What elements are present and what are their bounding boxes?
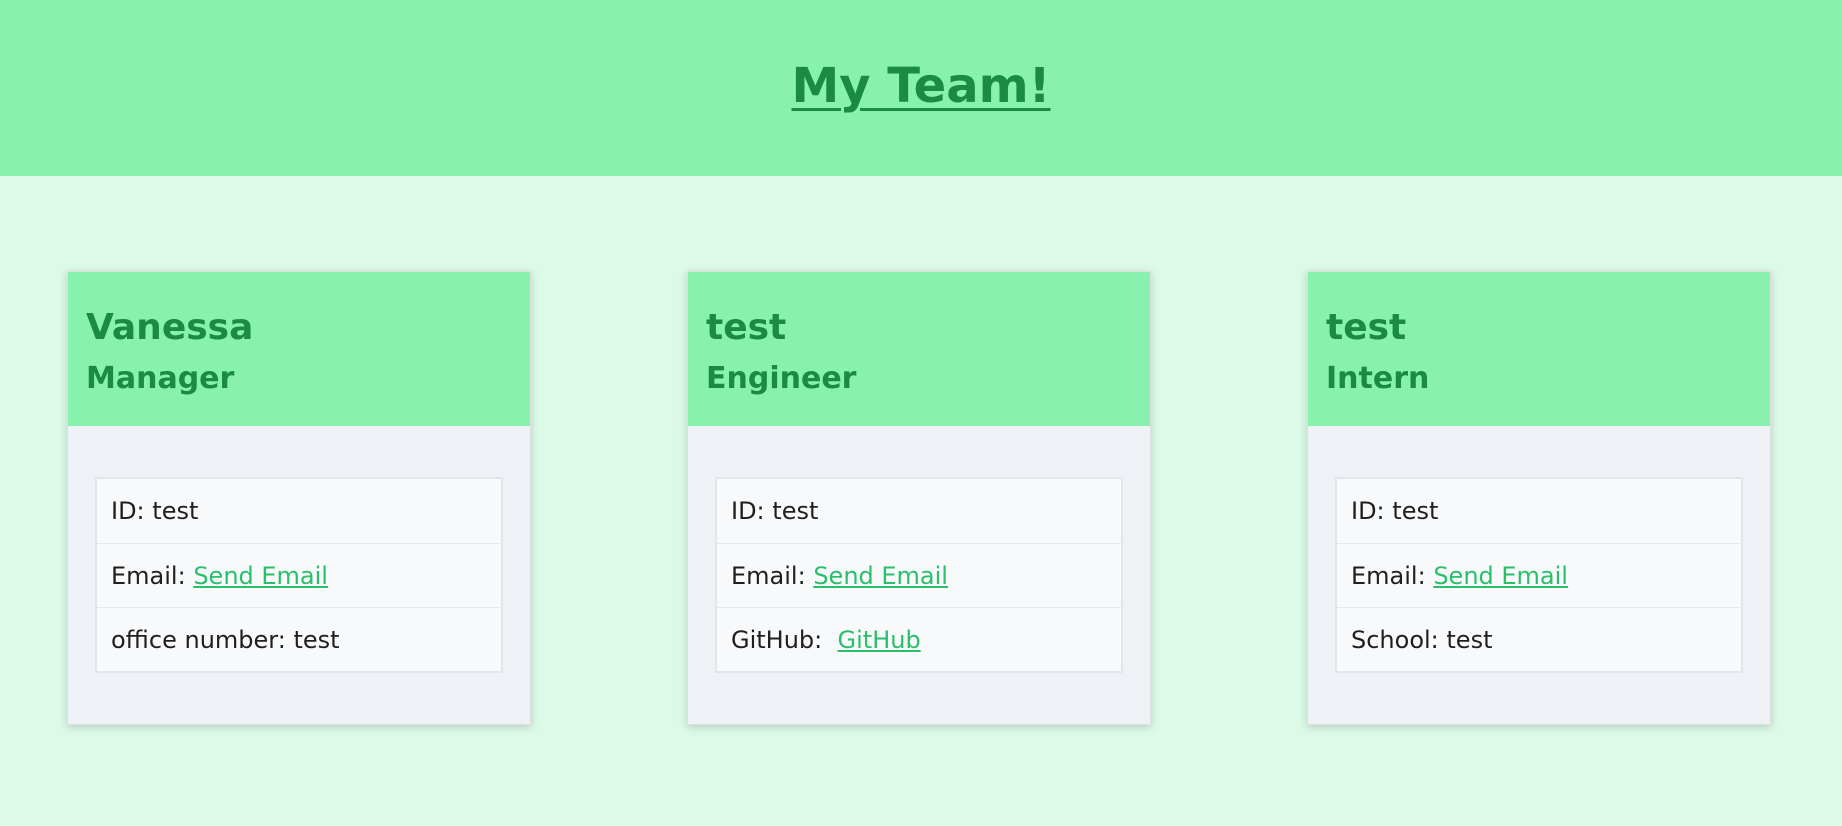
card-body: ID: test Email: Send Email School: test	[1308, 426, 1770, 673]
employee-details-list: ID: test Email: Send Email office number…	[95, 477, 503, 673]
github-link[interactable]: GitHub	[838, 626, 921, 654]
employee-role: Engineer	[706, 361, 857, 396]
school-label: School:	[1351, 625, 1447, 654]
id-value: test	[152, 497, 199, 525]
card-body: ID: test Email: Send Email GitHub: GitHu…	[688, 426, 1150, 673]
office-number-value: test	[293, 625, 340, 654]
employee-role: Manager	[86, 361, 235, 396]
id-label: ID:	[731, 497, 773, 525]
id-label: ID:	[111, 497, 153, 525]
id-value: test	[1392, 497, 1439, 525]
office-number-label: office number:	[111, 625, 294, 654]
team-cards: Vanessa Manager ID: test Email: Send Ema…	[0, 176, 1842, 826]
id-value: test	[772, 497, 819, 525]
office-number-row: office number: test	[97, 607, 501, 671]
email-label: Email:	[111, 561, 194, 590]
email-row: Email: Send Email	[717, 543, 1121, 607]
card-body: ID: test Email: Send Email office number…	[68, 426, 530, 673]
send-email-link[interactable]: Send Email	[193, 562, 328, 590]
employee-name: test	[706, 307, 787, 348]
id-row: ID: test	[717, 479, 1121, 543]
employee-card-intern: test Intern ID: test Email: Send Email S…	[1307, 271, 1771, 725]
page-title: My Team!	[791, 58, 1051, 114]
employee-details-list: ID: test Email: Send Email GitHub: GitHu…	[715, 477, 1123, 673]
email-row: Email: Send Email	[1337, 543, 1741, 607]
github-row: GitHub: GitHub	[717, 607, 1121, 671]
school-value: test	[1446, 625, 1493, 654]
employee-name: test	[1326, 307, 1407, 348]
employee-card-engineer: test Engineer ID: test Email: Send Email…	[687, 271, 1151, 725]
page-header: My Team!	[0, 0, 1842, 176]
employee-name: Vanessa	[86, 307, 254, 348]
email-label: Email:	[731, 561, 814, 590]
card-header: test Engineer	[688, 272, 1150, 426]
employee-role: Intern	[1326, 361, 1430, 396]
employee-details-list: ID: test Email: Send Email School: test	[1335, 477, 1743, 673]
id-label: ID:	[1351, 497, 1393, 525]
github-label: GitHub:	[731, 625, 838, 654]
card-header: test Intern	[1308, 272, 1770, 426]
id-row: ID: test	[97, 479, 501, 543]
employee-card-manager: Vanessa Manager ID: test Email: Send Ema…	[67, 271, 531, 725]
school-row: School: test	[1337, 607, 1741, 671]
email-label: Email:	[1351, 561, 1434, 590]
send-email-link[interactable]: Send Email	[1433, 562, 1568, 590]
send-email-link[interactable]: Send Email	[813, 562, 948, 590]
card-header: Vanessa Manager	[68, 272, 530, 426]
id-row: ID: test	[1337, 479, 1741, 543]
email-row: Email: Send Email	[97, 543, 501, 607]
